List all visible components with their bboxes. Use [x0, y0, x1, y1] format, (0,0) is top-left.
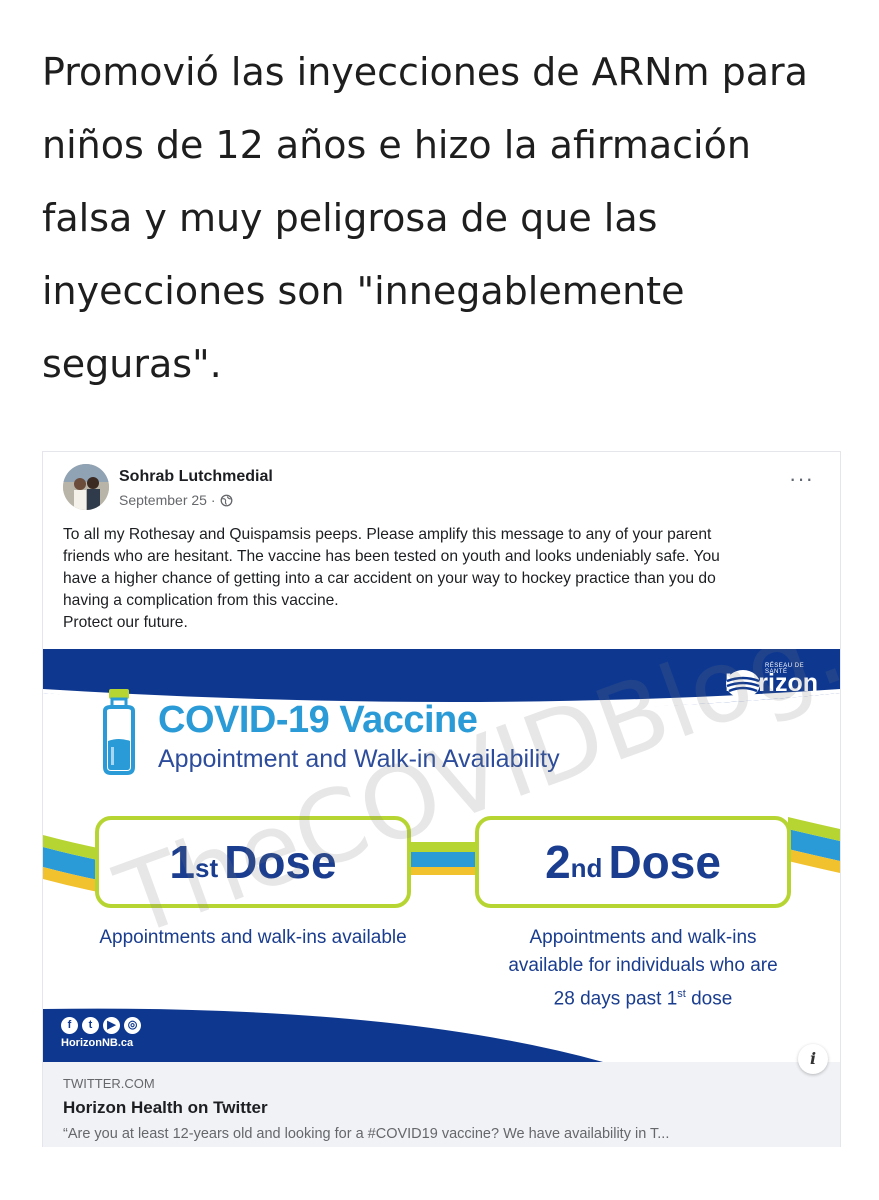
headline-line: seguras".: [42, 342, 222, 386]
info-icon[interactable]: i: [798, 1044, 828, 1074]
link-domain: TWITTER.COM: [63, 1076, 155, 1091]
banner-subtitle: Appointment and Walk-in Availability: [158, 745, 560, 773]
dose2-note-line: available for individuals who are: [508, 955, 778, 976]
horizon-logo-mark: [725, 670, 760, 698]
youtube-icon: ▶: [103, 1017, 120, 1034]
author-name[interactable]: Sohrab Lutchmedial: [119, 468, 273, 486]
dose2-word: Dose: [608, 836, 721, 888]
post-text-line: having a complication from this vaccine.: [63, 592, 339, 609]
globe-icon: [220, 494, 232, 506]
avatar[interactable]: [63, 464, 109, 510]
banner-title: COVID-19 Vaccine: [158, 699, 478, 741]
vaccine-banner-image[interactable]: RÉSEAU DE SANTÉ Horizon COVID-19 Vaccine…: [43, 649, 840, 1062]
post-text-line: friends who are hesitant. The vaccine ha…: [63, 548, 720, 565]
dose2-sup: nd: [570, 852, 603, 883]
headline-line: Promovió las inyecciones de ARNm para: [42, 50, 808, 94]
link-title[interactable]: Horizon Health on Twitter: [63, 1098, 268, 1118]
headline-line: inyecciones son "innegablemente: [42, 269, 685, 313]
first-dose-box: 1st Dose: [95, 816, 411, 908]
facebook-post: Sohrab Lutchmedial September 25 · ··· To…: [42, 451, 841, 1147]
dose2-note-line: 28 days past 1st dose: [463, 980, 823, 1013]
instagram-icon: ◎: [124, 1017, 141, 1034]
dose2-note-line: Appointments and walk-ins: [529, 927, 757, 948]
dose1-sup: st: [194, 852, 219, 883]
social-icons: f t ▶ ◎: [61, 1017, 141, 1034]
dose2-note-end: dose: [685, 988, 733, 1010]
link-preview-card[interactable]: i TWITTER.COM Horizon Health on Twitter …: [43, 1044, 840, 1147]
dose2-number: 2: [545, 836, 571, 888]
vial-icon: [103, 689, 135, 775]
post-text-line: To all my Rothesay and Quispamsis peeps.…: [63, 526, 712, 543]
avatar-photo: [63, 464, 109, 510]
headline: Promovió las inyecciones de ARNm para ni…: [42, 36, 842, 401]
dose2-note-sup: st: [677, 988, 686, 1000]
post-text: To all my Rothesay and Quispamsis peeps.…: [63, 524, 828, 634]
ellipsis-icon[interactable]: ···: [789, 468, 814, 490]
second-dose-note: Appointments and walk-ins available for …: [463, 924, 823, 1013]
post-text-line: have a higher chance of getting into a c…: [63, 570, 716, 587]
first-dose-note: Appointments and walk-ins available: [99, 927, 407, 948]
headline-line: falsa y muy peligrosa de que las: [42, 196, 658, 240]
horizon-logo-small: RÉSEAU DE SANTÉ: [764, 663, 805, 675]
post-meta: September 25 ·: [119, 492, 233, 508]
headline-line: niños de 12 años e hizo la afirmación: [42, 123, 751, 167]
second-dose-box: 2nd Dose: [475, 816, 791, 908]
post-date[interactable]: September 25 ·: [119, 492, 216, 508]
dose2-note-text: 28 days past 1: [553, 988, 678, 1010]
link-description: “Are you at least 12-years old and looki…: [63, 1126, 670, 1142]
horizon-logo: RÉSEAU DE SANTÉ Horizon: [725, 663, 818, 698]
twitter-icon: t: [82, 1017, 99, 1034]
facebook-icon: f: [61, 1017, 78, 1034]
post-text-line: Protect our future.: [63, 614, 188, 631]
banner-website: HorizonNB.ca: [61, 1037, 134, 1049]
dose1-number: 1: [169, 836, 195, 888]
dose1-word: Dose: [224, 836, 337, 888]
